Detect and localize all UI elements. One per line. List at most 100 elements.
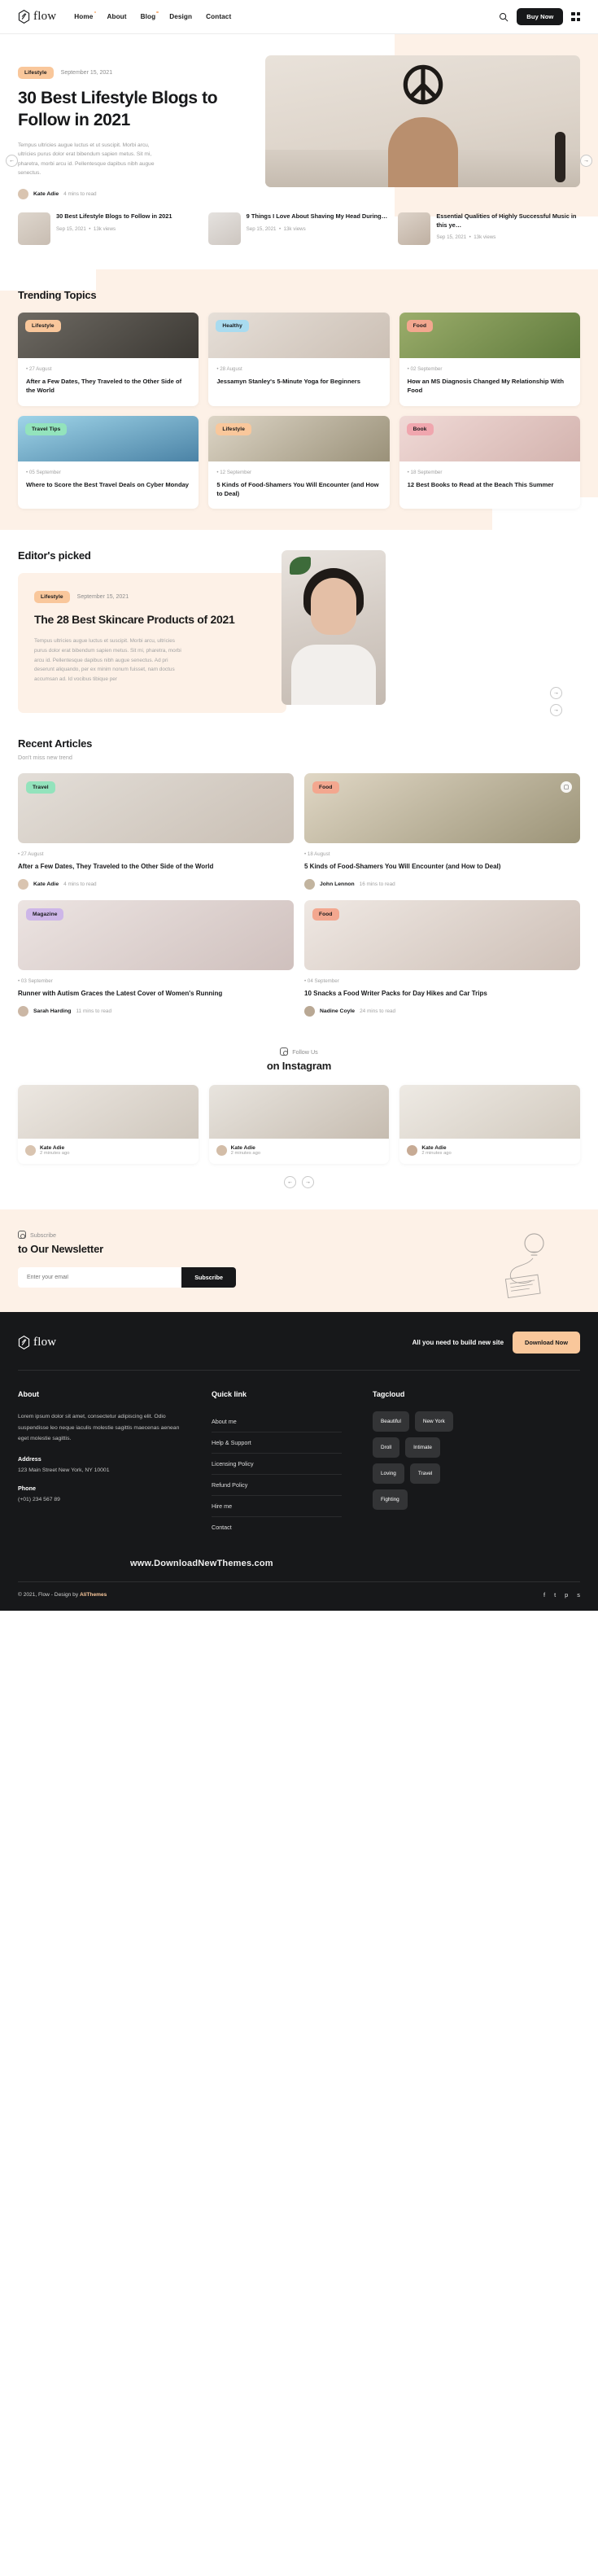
card-read-time: 16 mins to read (359, 881, 395, 888)
thumb-date: Sep 15, 2021 (436, 234, 467, 241)
page-root: flow Home About Blog Design Contact Buy … (0, 0, 598, 1612)
card-category-badge[interactable]: Healthy (216, 319, 249, 332)
nav-item-home[interactable]: Home (74, 11, 96, 20)
editor-down-button[interactable]: → (550, 704, 562, 717)
card-image: Food (399, 312, 580, 358)
nav-dot-icon (156, 11, 159, 14)
recent-card[interactable]: Food ▢ • 18 August 5 Kinds of Food-Shamer… (304, 773, 580, 890)
thumb-views: 13k views (93, 225, 116, 232)
trending-card[interactable]: Book • 18 September 12 Best Books to Read… (399, 415, 580, 510)
quicklink-licensing-policy[interactable]: Licensing Policy (212, 1454, 342, 1476)
hero-excerpt: Tempus ultricies augue luctus et ut susc… (18, 142, 155, 177)
instagram-next-button[interactable]: → (302, 1176, 314, 1189)
card-image: Book (399, 415, 580, 461)
hero-next-button[interactable]: → (580, 155, 592, 167)
recent-card[interactable]: Magazine • 03 September Runner with Auti… (18, 900, 294, 1017)
logo-text: flow (33, 1336, 57, 1349)
card-date: • 27 August (26, 365, 52, 372)
card-title: Jessamyn Stanley's 5-Minute Yoga for Beg… (216, 377, 360, 385)
trending-card[interactable]: Food • 02 September How an MS Diagnosis C… (399, 312, 580, 406)
card-category-badge[interactable]: Magazine (26, 908, 64, 921)
hero-thumb-item[interactable]: 9 Things I Love About Shaving My Head Du… (207, 212, 391, 245)
trending-card[interactable]: Travel Tips • 05 September Where to Score… (18, 415, 199, 510)
trending-card[interactable]: Lifestyle • 12 September 5 Kinds of Food-… (208, 415, 390, 510)
instagram-heading: on Instagram (266, 1060, 332, 1073)
quicklink-help-support[interactable]: Help & Support (212, 1432, 342, 1454)
card-category-badge[interactable]: Food (406, 319, 434, 332)
newsletter-email-input[interactable] (18, 1267, 182, 1288)
quicklink-contact[interactable]: Contact (212, 1517, 342, 1537)
bookmark-icon[interactable]: ▢ (561, 781, 572, 794)
recent-card[interactable]: Travel • 27 August After a Few Dates, Th… (18, 773, 294, 890)
pinterest-icon[interactable]: p (565, 1591, 568, 1599)
hero-title[interactable]: 30 Best Lifestyle Blogs to Follow in 202… (18, 88, 254, 132)
thumb-date: Sep 15, 2021 (246, 225, 277, 232)
nav-label: Design (169, 13, 193, 20)
tag-travel[interactable]: Travel (409, 1463, 441, 1485)
twitter-icon[interactable]: t (554, 1591, 556, 1599)
skype-icon[interactable]: s (577, 1591, 580, 1599)
buy-now-button[interactable]: Buy Now (517, 8, 564, 25)
nav-item-about[interactable]: About (107, 13, 126, 20)
footer-website-url[interactable]: www.DownloadNewThemes.com (130, 1552, 580, 1581)
instagram-prev-button[interactable]: ← (284, 1176, 296, 1189)
card-image: Food ▢ (304, 773, 580, 844)
card-category-badge[interactable]: Travel Tips (25, 422, 68, 435)
subscribe-button[interactable]: Subscribe (181, 1267, 236, 1288)
search-icon[interactable] (499, 12, 509, 22)
footer-phone-label: Phone (18, 1484, 36, 1492)
trending-card[interactable]: Lifestyle • 27 August After a Few Dates, … (18, 312, 199, 406)
trending-card[interactable]: Healthy • 28 August Jessamyn Stanley's 5-… (208, 312, 390, 406)
tag-fighting[interactable]: Fighting (373, 1489, 408, 1511)
body-shape (291, 645, 376, 706)
hero-date: September 15, 2021 (60, 70, 113, 76)
editor-date: September 15, 2021 (76, 594, 129, 601)
card-title: After a Few Dates, They Traveled to the … (26, 377, 182, 395)
instagram-card[interactable]: Kate Adie 2 minutes ago (208, 1085, 390, 1165)
recent-card[interactable]: Food • 04 September 10 Snacks a Food Wri… (304, 900, 580, 1017)
site-logo[interactable]: flow (18, 10, 56, 24)
nav-item-blog[interactable]: Blog (141, 11, 159, 20)
card-category-badge[interactable]: Food (312, 908, 339, 921)
grid-menu-icon[interactable] (571, 12, 580, 21)
download-now-button[interactable]: Download Now (513, 1332, 580, 1354)
nav-label: Home (74, 13, 94, 20)
thumb-views: 13k views (474, 234, 496, 241)
card-image: Healthy (208, 312, 390, 358)
instagram-card[interactable]: Kate Adie 2 minutes ago (399, 1085, 580, 1165)
tag-intimate[interactable]: Intimate (405, 1437, 440, 1459)
footer-logo[interactable]: flow (18, 1336, 57, 1350)
card-category-badge[interactable]: Food (312, 781, 339, 794)
hero-thumb-item[interactable]: Essential Qualities of Highly Successful… (398, 212, 580, 245)
instagram-icon (280, 1047, 289, 1056)
card-title: 10 Snacks a Food Writer Packs for Day Hi… (304, 990, 487, 998)
copyright-brand[interactable]: AliThemes (80, 1592, 107, 1598)
tag-beautiful[interactable]: Beautiful (373, 1411, 409, 1432)
quicklink-refund-policy[interactable]: Refund Policy (212, 1475, 342, 1497)
recent-articles-section: Recent Articles Don't miss new trend Tra… (0, 734, 598, 1039)
card-category-badge[interactable]: Lifestyle (216, 422, 251, 435)
quicklink-about-me[interactable]: About me (212, 1411, 342, 1433)
instagram-card[interactable]: Kate Adie 2 minutes ago (18, 1085, 199, 1165)
editor-category-badge[interactable]: Lifestyle (34, 591, 70, 604)
tag-new-york[interactable]: New York (414, 1411, 453, 1432)
nav-label: Contact (206, 13, 232, 20)
card-author: Kate Adie (33, 881, 59, 888)
hero-prev-button[interactable]: ← (6, 155, 18, 167)
facebook-icon[interactable]: f (543, 1591, 545, 1599)
footer-cta-text: All you need to build new site (412, 1339, 504, 1347)
tag-droll[interactable]: Droll (373, 1437, 400, 1459)
hero-thumb-item[interactable]: 30 Best Lifestyle Blogs to Follow in 202… (18, 212, 200, 245)
card-category-badge[interactable]: Travel (26, 781, 55, 794)
avatar (18, 879, 28, 890)
nav-item-design[interactable]: Design (169, 13, 192, 20)
quicklink-hire-me[interactable]: Hire me (212, 1496, 342, 1518)
card-category-badge[interactable]: Lifestyle (25, 319, 61, 332)
hero-category-badge[interactable]: Lifestyle (18, 67, 54, 79)
newsletter-eyebrow: Subscribe (30, 1231, 56, 1239)
editor-next-button[interactable]: → (550, 687, 562, 700)
editor-card[interactable]: Lifestyle September 15, 2021 The 28 Best… (18, 573, 286, 714)
tag-loving[interactable]: Loving (373, 1463, 404, 1485)
nav-item-contact[interactable]: Contact (206, 13, 231, 20)
card-category-badge[interactable]: Book (406, 422, 434, 435)
